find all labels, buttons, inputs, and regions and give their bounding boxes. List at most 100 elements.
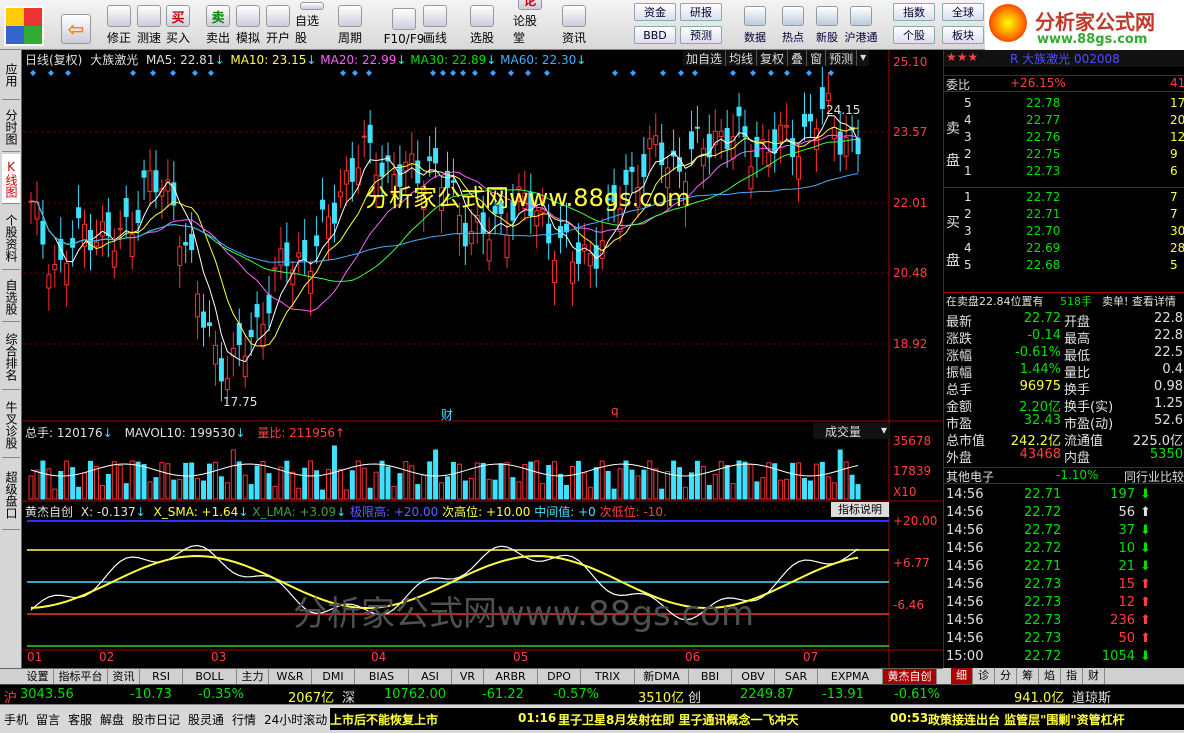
chart-menu-2[interactable]: 复权 [757, 50, 789, 66]
left-tab-4[interactable]: 自选股 [2, 272, 20, 322]
footer-item-6[interactable]: 行情 [232, 711, 264, 728]
buy-level[interactable]: 5 22.68 5 [944, 258, 1184, 275]
footer-item-2[interactable]: 客服 [68, 711, 100, 728]
chart-menu-4[interactable]: 窗 [807, 50, 827, 66]
indicator-tab-7[interactable]: DMI [312, 669, 355, 685]
indicator-tab-9[interactable]: ASI [409, 669, 452, 685]
sell-level[interactable]: 2 22.75 9 [944, 147, 1184, 164]
toolbar-8-button[interactable]: 指数 [893, 3, 935, 21]
pick-button[interactable]: 选股 [465, 2, 499, 48]
chart-menu-5[interactable]: 预测 [826, 50, 858, 66]
left-tab-6[interactable]: 牛叉诊股 [2, 392, 20, 458]
footer-item-4[interactable]: 股市日记 [132, 711, 188, 728]
sell-button[interactable]: 卖卖出 [201, 2, 235, 48]
indicator-tab-10[interactable]: VR [452, 669, 484, 685]
left-tab-0[interactable]: 应用 [2, 50, 20, 100]
chart-menu-3[interactable]: 叠 [788, 50, 808, 66]
quote-tab-0[interactable]: 细 [951, 668, 973, 684]
toolbar-9-button[interactable]: 个股 [893, 26, 935, 44]
forum-button[interactable]: 论论股堂 [513, 0, 547, 48]
sell-level[interactable]: 1 22.73 6 [944, 164, 1184, 181]
big-order-note[interactable]: 在卖盘22.84位置有 518手 卖单! 查看详情 [944, 292, 1184, 309]
sell-level[interactable]: 5 22.78 17 [944, 96, 1184, 113]
chart-menu-1[interactable]: 均线 [726, 50, 758, 66]
left-tab-3[interactable]: 个股资料 [2, 206, 20, 270]
kline-chart[interactable]: 日线(复权) 大族激光 MA5: 22.81↓ MA10: 23.15↓ MA2… [23, 50, 943, 668]
chevron-down-icon[interactable]: ▾ [857, 50, 869, 66]
quote-tab-2[interactable]: 分 [995, 668, 1017, 684]
toolbar-5-button[interactable]: 热点 [776, 28, 810, 46]
compare-link[interactable]: 同行业比较 [1124, 468, 1184, 485]
sim-button[interactable]: 模拟 [231, 2, 265, 48]
left-tab-1[interactable]: 分时图 [2, 102, 20, 152]
q-marker[interactable]: q [611, 404, 619, 418]
draw-button[interactable]: 画线 [418, 2, 452, 48]
toolbar-1-button[interactable]: BBD [634, 26, 676, 44]
volume-bar [70, 467, 76, 500]
sell-level[interactable]: 4 22.77 20 [944, 113, 1184, 130]
open-button[interactable]: 开户 [261, 2, 295, 48]
indicator-tab-17[interactable]: SAR [775, 669, 818, 685]
toolbar-3-button[interactable]: 预测 [680, 26, 722, 44]
info-button[interactable]: 资讯 [557, 2, 591, 48]
chart-menu-0[interactable]: 加自选 [683, 50, 727, 66]
candle [111, 250, 117, 268]
fix-button[interactable]: 修正 [102, 2, 136, 48]
indicator-tab-16[interactable]: OBV [732, 669, 775, 685]
sell-level[interactable]: 3 22.76 12 [944, 130, 1184, 147]
buy-level[interactable]: 4 22.69 28 [944, 241, 1184, 258]
indicator-tab-12[interactable]: DPO [538, 669, 581, 685]
footer-item-1[interactable]: 留言 [36, 711, 68, 728]
self-button[interactable]: 自选股 [295, 2, 329, 48]
buy-level[interactable]: 1 22.72 7 [944, 190, 1184, 207]
toolbar-7-button[interactable]: 沪港通 [844, 28, 878, 46]
quote-tab-6[interactable]: 财 [1083, 668, 1105, 684]
quote-tab-3[interactable]: 筹 [1017, 668, 1039, 684]
back-button[interactable]: ⇦ [58, 2, 94, 48]
left-tab-2[interactable]: K线图 [2, 154, 20, 204]
volume-indicator-select[interactable]: 成交量 ▾ [813, 423, 889, 439]
indicator-tab-0[interactable]: 设置 [22, 669, 54, 685]
news-item-1[interactable]: 上市后不能恢复上市 [330, 711, 438, 728]
volume-bar [617, 468, 623, 500]
footer-item-3[interactable]: 解盘 [100, 711, 132, 728]
indicator-tab-3[interactable]: RSI [140, 669, 183, 685]
indicator-tab-19[interactable]: 黄杰自创 [883, 669, 937, 685]
indicator-tab-4[interactable]: BOLL [183, 669, 237, 685]
indicator-tab-2[interactable]: 资讯 [108, 669, 140, 685]
left-tab-7[interactable]: 超级盘口 [2, 460, 20, 530]
indicator-tab-11[interactable]: ARBR [484, 669, 538, 685]
indicator-tab-5[interactable]: 主力 [237, 669, 269, 685]
news-item-2[interactable]: 里子卫星8月发射在即 里子通讯概念一飞冲天 [558, 711, 799, 728]
indicator-tab-14[interactable]: 新DMA [635, 669, 689, 685]
news-ticker[interactable]: 上市后不能恢复上市 01:16 里子卫星8月发射在即 里子通讯概念一飞冲天 00… [330, 708, 1184, 730]
toolbar-4-button[interactable]: 数据 [738, 28, 772, 46]
toolbar-0-button[interactable]: 资金 [634, 3, 676, 21]
buy-level[interactable]: 2 22.71 7 [944, 207, 1184, 224]
cycle-button[interactable]: 周期 [333, 2, 367, 48]
toolbar-2-button[interactable]: 研报 [680, 3, 722, 21]
indicator-tab-6[interactable]: W&R [269, 669, 312, 685]
buy-button[interactable]: 买买入 [161, 2, 195, 48]
toolbar-6-button[interactable]: 新股 [810, 28, 844, 46]
left-tab-5[interactable]: 综合排名 [2, 324, 20, 390]
quote-tab-5[interactable]: 指 [1061, 668, 1083, 684]
indicator-tab-15[interactable]: BBI [689, 669, 732, 685]
toolbar-10-button[interactable]: 全球 [942, 3, 984, 21]
footer-item-0[interactable]: 手机 [4, 711, 36, 728]
finance-marker[interactable]: 财 [441, 406, 453, 423]
indicator-tab-8[interactable]: BIAS [355, 669, 409, 685]
indicator-help-button[interactable]: 指标说明 [831, 502, 889, 517]
volume-bar [212, 461, 218, 500]
news-item-3[interactable]: 政策接连出台 监管层"围剿"资管杠杆 [928, 711, 1125, 728]
quote-tab-1[interactable]: 诊 [973, 668, 995, 684]
toolbar-11-button[interactable]: 板块 [942, 26, 984, 44]
buy-level[interactable]: 3 22.70 30 [944, 224, 1184, 241]
indicator-tab-1[interactable]: 指标平台 [54, 669, 108, 685]
footer-item-5[interactable]: 股灵通 [188, 711, 232, 728]
quote-tab-4[interactable]: 焰 [1039, 668, 1061, 684]
indicator-tab-18[interactable]: EXPMA [818, 669, 883, 685]
app-logo-icon[interactable] [4, 6, 44, 46]
indicator-tab-13[interactable]: TRIX [581, 669, 635, 685]
chart-canvas[interactable] [23, 50, 943, 668]
